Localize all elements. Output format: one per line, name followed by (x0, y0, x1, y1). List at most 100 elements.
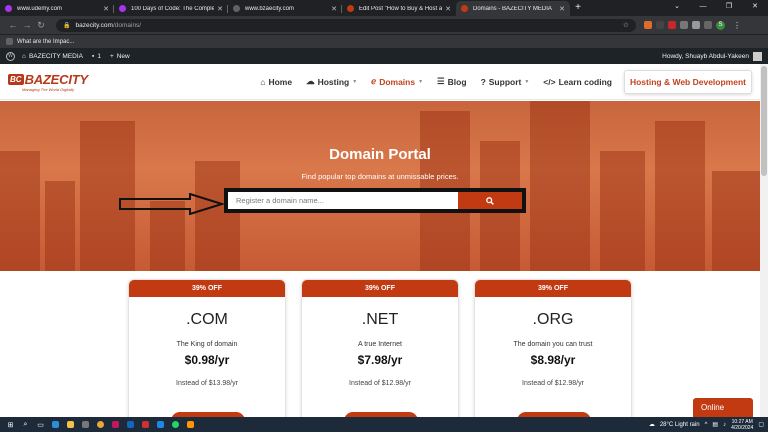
nav-hosting[interactable]: ☁ Hosting ▼ (306, 76, 357, 87)
chevron-down-icon: ▼ (418, 78, 424, 85)
domain-search-input[interactable] (228, 192, 458, 209)
restore-icon[interactable]: ❐ (716, 0, 742, 16)
tld-name: .NET (361, 311, 399, 328)
tld-old-price: Instead of $13.98/yr (176, 380, 238, 387)
close-tab-icon[interactable]: ✕ (217, 5, 223, 13)
tld-price: $7.98/yr (357, 353, 403, 367)
chevron-down-icon: ▼ (352, 78, 358, 85)
live-chat-button[interactable]: Online (693, 398, 753, 417)
weather-text[interactable]: 28°C Light rain (660, 422, 700, 428)
browser-tab[interactable]: www.udemy.com ✕ (0, 1, 114, 16)
app-icon[interactable] (124, 418, 137, 431)
search-button[interactable] (458, 192, 522, 209)
puzzle-icon[interactable] (692, 21, 700, 29)
question-icon: ? (480, 76, 486, 87)
tld-old-price: Instead of $12.98/yr (349, 380, 411, 387)
task-view-icon[interactable]: ▭ (34, 418, 47, 431)
building-decoration (600, 151, 645, 271)
discount-badge: 39% OFF (129, 280, 285, 297)
extension-icon[interactable] (644, 21, 652, 29)
bookmark-item[interactable]: What are the Impac... (17, 39, 74, 45)
windows-start-icon[interactable]: ⊞ (4, 418, 17, 431)
notification-icon[interactable]: ▢ (758, 421, 764, 428)
nav-domains[interactable]: ℯ Domains ▼ (371, 76, 423, 87)
tld-price: $8.98/yr (530, 353, 576, 367)
extension-icon[interactable] (656, 21, 664, 29)
hosting-cta-button[interactable]: Hosting & Web Development (623, 69, 752, 94)
close-tab-icon[interactable]: ✕ (103, 5, 109, 13)
tld-description: The King of domain (176, 341, 238, 348)
search-icon[interactable]: ⌕ (19, 418, 32, 431)
app-icon[interactable] (139, 418, 152, 431)
tld-old-price: Instead of $12.98/yr (522, 380, 584, 387)
lock-icon[interactable]: 🔒 (63, 22, 70, 29)
rss-icon: ☰ (437, 76, 445, 86)
page-subtitle: Find popular top domains at unmissable p… (301, 172, 459, 181)
browser-tab[interactable]: Edit Post "How to Buy & Host a ✕ (342, 1, 456, 16)
wp-new[interactable]: + New (110, 53, 130, 60)
volume-icon[interactable]: ♪ (723, 422, 726, 428)
bookmark-star-icon[interactable]: ☆ (623, 21, 629, 29)
back-icon[interactable]: ← (6, 20, 20, 30)
building-decoration (655, 121, 705, 271)
network-icon[interactable]: ▤ (712, 421, 718, 428)
bazecity-favicon-icon (461, 5, 468, 12)
browser-tab[interactable]: 100 Days of Code: The Complete ✕ (114, 1, 228, 16)
window-controls: ⌄ — ❐ ✕ (664, 0, 768, 16)
wp-site-name[interactable]: ⌂ BAZECITY MEDIA (22, 53, 83, 60)
domain-search-form (224, 188, 526, 213)
scrollbar-thumb[interactable] (761, 66, 767, 176)
reload-icon[interactable]: ↻ (34, 20, 48, 31)
bookmark-favicon-icon (6, 38, 13, 45)
globe-icon (233, 5, 240, 12)
nav-learn-coding[interactable]: </> Learn coding (543, 77, 612, 87)
page-scrollbar[interactable] (760, 64, 768, 417)
whatsapp-app-icon[interactable] (169, 418, 182, 431)
browser-tab-strip: www.udemy.com ✕ 100 Days of Code: The Com… (0, 0, 768, 16)
new-tab-button[interactable]: + (570, 1, 586, 16)
site-logo[interactable]: BC BAZECITY Managing The World Digitally (8, 72, 88, 92)
vscode-app-icon[interactable] (154, 418, 167, 431)
chevron-down-icon: ▼ (524, 78, 530, 85)
building-decoration (530, 101, 590, 271)
app-icon[interactable] (79, 418, 92, 431)
user-avatar (753, 51, 762, 61)
address-bar[interactable]: 🔒 bazecity.com/domains/ ☆ (56, 18, 636, 32)
bazecity-favicon-icon (347, 5, 354, 12)
extensions-area: S ⋮ (644, 20, 741, 30)
weather-icon[interactable]: ☁ (649, 421, 655, 428)
sidebar-icon[interactable] (704, 21, 712, 29)
tld-description: A true Internet (358, 341, 402, 348)
profile-avatar[interactable]: S (716, 20, 725, 30)
chevron-up-icon[interactable]: ^ (705, 422, 708, 428)
menu-kebab-icon[interactable]: ⋮ (733, 21, 741, 30)
nav-home[interactable]: ⌂ Home (260, 77, 292, 87)
udemy-favicon-icon (119, 5, 126, 12)
close-window-icon[interactable]: ✕ (742, 0, 768, 16)
clock[interactable]: 10:27 AM 4/20/2024 (731, 419, 753, 431)
wp-account[interactable]: Howdy, Shuayb Abdul-Yakeen (662, 51, 762, 61)
wordpress-logo-icon[interactable]: W (6, 51, 15, 61)
extension-icon[interactable] (668, 21, 676, 29)
app-icon[interactable] (184, 418, 197, 431)
tld-name: .COM (186, 311, 228, 328)
chrome-app-icon[interactable] (94, 418, 107, 431)
forward-icon[interactable]: → (20, 20, 34, 30)
close-tab-icon[interactable]: ✕ (445, 5, 451, 13)
extension-icon[interactable] (680, 21, 688, 29)
domain-card-com: 39% OFF .COM The King of domain $0.98/yr… (128, 279, 286, 429)
file-explorer-icon[interactable] (64, 418, 77, 431)
browser-tab-active[interactable]: Domains - BAZECITY MEDIA ✕ (456, 1, 570, 16)
tab-search-icon[interactable]: ⌄ (664, 0, 690, 16)
browser-tab[interactable]: www.bzaecity.com ✕ (228, 1, 342, 16)
close-tab-icon[interactable]: ✕ (559, 5, 565, 13)
nav-blog[interactable]: ☰ Blog (437, 76, 467, 87)
edge-app-icon[interactable] (49, 418, 62, 431)
close-tab-icon[interactable]: ✕ (331, 5, 337, 13)
wp-comments[interactable]: ▪ 1 (92, 53, 101, 60)
app-icon[interactable] (109, 418, 122, 431)
udemy-favicon-icon (5, 5, 12, 12)
minimize-icon[interactable]: — (690, 0, 716, 16)
nav-support[interactable]: ? Support ▼ (481, 77, 530, 87)
search-icon (486, 196, 494, 205)
